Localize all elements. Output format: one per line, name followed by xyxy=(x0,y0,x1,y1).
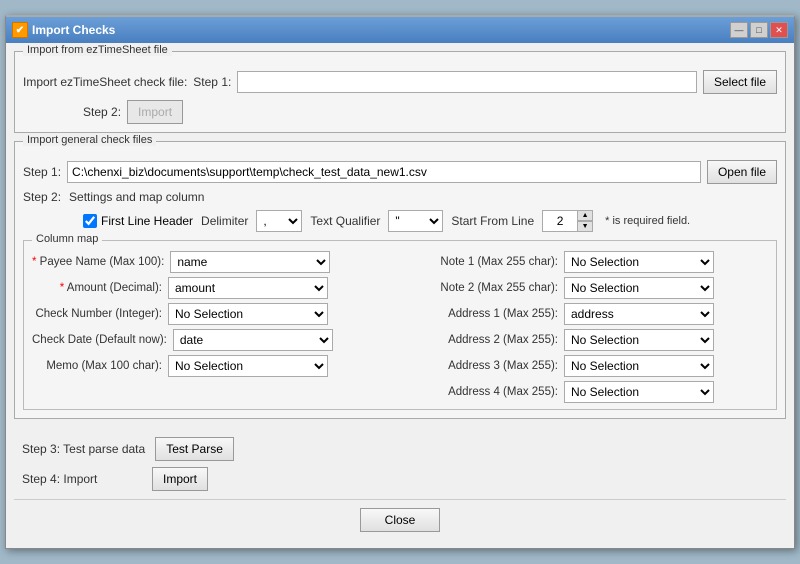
title-controls: — □ ✕ xyxy=(730,22,788,38)
footer: Close xyxy=(14,499,786,540)
text-qualifier-label: Text Qualifier xyxy=(310,214,380,228)
check-number-select[interactable]: No Selection check_number xyxy=(168,303,328,325)
test-parse-button[interactable]: Test Parse xyxy=(155,437,234,461)
main-window: ✔ Import Checks — □ ✕ Import from ezTime… xyxy=(5,15,795,549)
col-map-right: Note 1 (Max 255 char): No Selection note… xyxy=(408,251,768,403)
amount-row: * Amount (Decimal): amount No Selection xyxy=(32,277,392,299)
column-map-grid: * Payee Name (Max 100): name No Selectio… xyxy=(32,251,768,403)
note2-select[interactable]: No Selection note2 xyxy=(564,277,714,299)
check-date-select[interactable]: date No Selection xyxy=(173,329,333,351)
general-step1-row: Step 1: Open file xyxy=(23,160,777,184)
start-from-line-input[interactable]: 2 xyxy=(542,210,578,232)
eztimesheet-file-input[interactable] xyxy=(237,71,697,93)
close-button[interactable]: Close xyxy=(360,508,440,532)
title-bar-left: ✔ Import Checks xyxy=(12,22,115,38)
select-file-button[interactable]: Select file xyxy=(703,70,777,94)
import-check-label: Import ezTimeSheet check file: xyxy=(23,75,187,89)
col-map-left: * Payee Name (Max 100): name No Selectio… xyxy=(32,251,392,403)
eztimesheet-section: Import from ezTimeSheet file Import ezTi… xyxy=(14,51,786,133)
step4-label: Step 4: Import xyxy=(22,472,142,486)
address4-select[interactable]: No Selection address4 xyxy=(564,381,714,403)
amount-select[interactable]: amount No Selection xyxy=(168,277,328,299)
memo-select[interactable]: No Selection memo xyxy=(168,355,328,377)
check-number-row: Check Number (Integer): No Selection che… xyxy=(32,303,392,325)
first-line-header-checkbox[interactable] xyxy=(83,214,97,228)
general-step2-row: Step 2: Settings and map column xyxy=(23,190,777,204)
start-from-line-label: Start From Line xyxy=(451,214,534,228)
address1-label: Address 1 (Max 255): xyxy=(408,308,558,320)
settings-map-label: Settings and map column xyxy=(69,190,204,204)
check-date-row: Check Date (Default now): date No Select… xyxy=(32,329,392,351)
note1-row: Note 1 (Max 255 char): No Selection note… xyxy=(408,251,768,273)
note2-row: Note 2 (Max 255 char): No Selection note… xyxy=(408,277,768,299)
step3-label: Step 3: Test parse data xyxy=(22,442,145,456)
column-map-title: Column map xyxy=(32,233,102,245)
required-note: * is required field. xyxy=(605,215,690,227)
spinbox-buttons: ▲ ▼ xyxy=(577,210,593,232)
spinbox-down-button[interactable]: ▼ xyxy=(577,221,593,232)
address1-row: Address 1 (Max 255): address No Selectio… xyxy=(408,303,768,325)
delimiter-select[interactable]: , ; | Tab xyxy=(256,210,302,232)
general-step1-label: Step 1: xyxy=(23,165,61,179)
general-import-button[interactable]: Import xyxy=(152,467,208,491)
payee-name-row: * Payee Name (Max 100): name No Selectio… xyxy=(32,251,392,273)
spinbox-up-button[interactable]: ▲ xyxy=(577,210,593,221)
address3-label: Address 3 (Max 255): xyxy=(408,360,558,372)
eztimesheet-step1-label: Step 1: xyxy=(193,75,231,89)
address4-row: Address 4 (Max 255): No Selection addres… xyxy=(408,381,768,403)
address2-select[interactable]: No Selection address2 xyxy=(564,329,714,351)
payee-name-label: * Payee Name (Max 100): xyxy=(32,256,164,268)
eztimesheet-step2-label: Step 2: xyxy=(83,105,121,119)
eztimesheet-section-title: Import from ezTimeSheet file xyxy=(23,44,172,56)
amount-label: * Amount (Decimal): xyxy=(32,282,162,294)
maximize-button[interactable]: □ xyxy=(750,22,768,38)
start-from-line-spinbox: 2 ▲ ▼ xyxy=(542,210,593,232)
note1-select[interactable]: No Selection note1 xyxy=(564,251,714,273)
address3-select[interactable]: No Selection address3 xyxy=(564,355,714,377)
first-line-header-text: First Line Header xyxy=(101,214,193,228)
general-step2-label: Step 2: xyxy=(23,190,61,204)
address4-label: Address 4 (Max 255): xyxy=(408,386,558,398)
address2-label: Address 2 (Max 255): xyxy=(408,334,558,346)
settings-controls-row: First Line Header Delimiter , ; | Tab Te… xyxy=(83,210,777,232)
minimize-button[interactable]: — xyxy=(730,22,748,38)
step4-row: Step 4: Import Import xyxy=(22,467,778,491)
eztimesheet-step1-row: Import ezTimeSheet check file: Step 1: S… xyxy=(23,70,777,94)
note1-label: Note 1 (Max 255 char): xyxy=(408,256,558,268)
step3-row: Step 3: Test parse data Test Parse xyxy=(22,437,778,461)
window-close-button[interactable]: ✕ xyxy=(770,22,788,38)
delimiter-label: Delimiter xyxy=(201,214,248,228)
check-number-label: Check Number (Integer): xyxy=(32,308,162,320)
address3-row: Address 3 (Max 255): No Selection addres… xyxy=(408,355,768,377)
address1-select[interactable]: address No Selection xyxy=(564,303,714,325)
steps-area: Step 3: Test parse data Test Parse Step … xyxy=(14,427,786,495)
text-qualifier-select[interactable]: " ' None xyxy=(388,210,443,232)
window-body: Import from ezTimeSheet file Import ezTi… xyxy=(6,43,794,548)
eztimesheet-import-button[interactable]: Import xyxy=(127,100,183,124)
column-map-box: Column map * Payee Name (Max 100): name … xyxy=(23,240,777,410)
file-path-input[interactable] xyxy=(67,161,701,183)
first-line-header-label[interactable]: First Line Header xyxy=(83,214,193,228)
title-bar: ✔ Import Checks — □ ✕ xyxy=(6,17,794,43)
general-import-section: Import general check files Step 1: Open … xyxy=(14,141,786,419)
eztimesheet-step2-row: Step 2: Import xyxy=(83,100,777,124)
open-file-button[interactable]: Open file xyxy=(707,160,777,184)
payee-name-select[interactable]: name No Selection xyxy=(170,251,330,273)
check-date-label: Check Date (Default now): xyxy=(32,334,167,346)
memo-row: Memo (Max 100 char): No Selection memo xyxy=(32,355,392,377)
general-import-section-title: Import general check files xyxy=(23,134,156,146)
address2-row: Address 2 (Max 255): No Selection addres… xyxy=(408,329,768,351)
memo-label: Memo (Max 100 char): xyxy=(32,360,162,372)
window-title: Import Checks xyxy=(32,23,115,37)
note2-label: Note 2 (Max 255 char): xyxy=(408,282,558,294)
window-icon: ✔ xyxy=(12,22,28,38)
